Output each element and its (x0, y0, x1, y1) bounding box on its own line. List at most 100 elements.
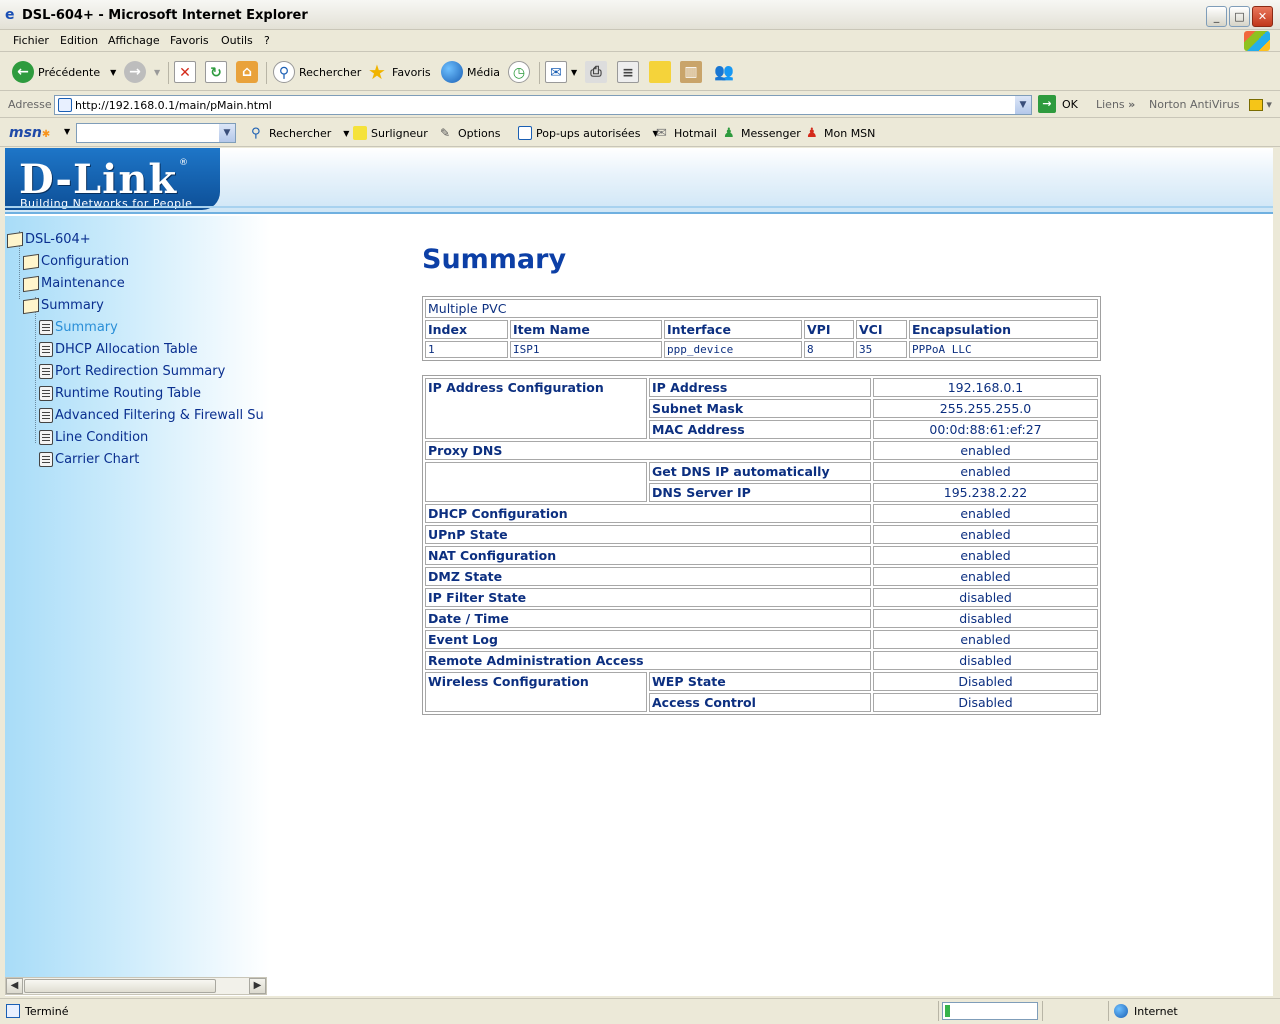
favorites-button[interactable]: ★ Favoris (366, 60, 431, 84)
options-icon: ✎ (440, 126, 451, 140)
media-label: Média (467, 65, 501, 79)
scroll-thumb[interactable] (24, 979, 216, 993)
menu-edit[interactable]: Edition (60, 34, 98, 47)
dns-server-label: DNS Server IP (649, 483, 871, 502)
maximize-button[interactable]: □ (1229, 6, 1250, 27)
stop-button[interactable]: ✕ (174, 60, 200, 84)
highlighter-button[interactable]: Surligneur (353, 126, 428, 140)
menu-tools[interactable]: Outils (221, 34, 253, 47)
search-button[interactable]: ⚲ Rechercher (273, 60, 361, 84)
page-status-icon (6, 1004, 20, 1018)
tree-summary-folder[interactable]: Summary (23, 297, 104, 314)
tree-item-summary[interactable]: Summary (39, 320, 118, 335)
close-button[interactable]: ✕ (1252, 6, 1273, 27)
subnet-label: Subnet Mask (649, 399, 871, 418)
pvc-cell: ISP1 (510, 341, 662, 358)
address-bar: Adresse http://192.168.0.1/main/pMain.ht… (0, 92, 1280, 118)
windows-logo-icon (1244, 31, 1270, 51)
summary-table: IP Address Configuration IP Address 192.… (422, 375, 1101, 715)
options-button[interactable]: ✎ Options (440, 126, 500, 140)
msn-search-icon: ⚲ (251, 126, 261, 141)
menu-view[interactable]: Affichage (108, 34, 160, 47)
msn-search-input[interactable]: ▼ (76, 123, 236, 143)
mail-icon: ✉ (545, 61, 567, 83)
hotmail-button[interactable]: ✉ Hotmail (656, 126, 717, 141)
minimize-button[interactable]: _ (1206, 6, 1227, 27)
tree-item-routing[interactable]: Runtime Routing Table (39, 386, 201, 401)
links-menu[interactable]: Liens » (1096, 98, 1135, 111)
history-button[interactable]: ◷ (508, 60, 534, 84)
scroll-left-button[interactable]: ◀ (6, 978, 23, 994)
row-label: Event Log (425, 630, 871, 649)
row-value: enabled (873, 630, 1098, 649)
tree-configuration[interactable]: Configuration (23, 253, 129, 270)
registered-mark: ® (179, 158, 188, 168)
hotmail-icon: ✉ (656, 126, 667, 141)
tree-maintenance[interactable]: Maintenance (23, 275, 125, 292)
messenger-label: Messenger (741, 126, 801, 140)
window-title: DSL-604+ - Microsoft Internet Explorer (22, 8, 308, 23)
scroll-right-button[interactable]: ▶ (249, 978, 266, 994)
get-dns-value: enabled (873, 462, 1098, 481)
table-row: Date / Time disabled (425, 609, 1098, 628)
discuss-button[interactable] (649, 60, 675, 84)
back-button[interactable]: ← Précédente ▼ (12, 60, 116, 84)
pvc-col-index: Index (425, 320, 508, 339)
msn-search-button[interactable]: ⚲ Rechercher ▼ (251, 126, 349, 141)
msn-dropdown-icon[interactable]: ▼ (64, 127, 70, 136)
media-globe-icon (441, 61, 463, 83)
back-dropdown-icon[interactable]: ▼ (110, 68, 116, 77)
document-icon (39, 342, 53, 357)
print-button[interactable]: ⎙ (585, 60, 611, 84)
refresh-button[interactable]: ↻ (205, 60, 231, 84)
home-button[interactable]: ⌂ (236, 60, 262, 84)
pvc-col-item-name: Item Name (510, 320, 662, 339)
forward-button[interactable]: → ▼ (124, 60, 160, 84)
tree-item-carrier-chart[interactable]: Carrier Chart (39, 452, 139, 467)
messenger-toolbar-button[interactable]: 👥 (713, 60, 739, 84)
ip-address-label: IP Address (649, 378, 871, 397)
address-dropdown-icon[interactable]: ▼ (1015, 96, 1031, 114)
tree-item-line-condition[interactable]: Line Condition (39, 430, 148, 445)
media-button[interactable]: Média (441, 60, 500, 84)
mail-dropdown-icon[interactable]: ▼ (571, 68, 577, 77)
msn-search-label: Rechercher (269, 126, 332, 140)
row-label: UPnP State (425, 525, 871, 544)
people-icon: 👥 (714, 62, 734, 81)
menu-help[interactable]: ? (264, 34, 270, 47)
menu-favorites[interactable]: Favoris (170, 34, 209, 47)
row-value: enabled (873, 567, 1098, 586)
pvc-header-row: Index Item Name Interface VPI VCI Encaps… (425, 320, 1098, 339)
mymsn-button[interactable]: ♟ Mon MSN (806, 126, 876, 141)
table-row: NAT Configuration enabled (425, 546, 1098, 565)
mail-button[interactable]: ✉ ▼ (545, 60, 577, 84)
horizontal-scrollbar[interactable]: ◀ ▶ (5, 977, 267, 995)
menu-file[interactable]: Fichier (13, 34, 49, 47)
proxy-dns-label: Proxy DNS (425, 441, 871, 460)
pvc-col-vpi: VPI (804, 320, 854, 339)
forward-dropdown-icon[interactable]: ▼ (154, 68, 160, 77)
progress-bar (942, 1002, 1038, 1020)
stop-icon: ✕ (174, 61, 196, 83)
norton-antivirus[interactable]: Norton AntiVirus ▾ (1149, 98, 1272, 111)
search-label: Rechercher (299, 65, 362, 79)
messenger-button[interactable]: ♟ Messenger (723, 126, 801, 141)
pvc-table: Multiple PVC Index Item Name Interface V… (422, 296, 1101, 361)
star-icon: ★ (368, 60, 386, 84)
research-button[interactable]: ▥ (680, 60, 706, 84)
toolbar: ← Précédente ▼ → ▼ ✕ ↻ ⌂ ⚲ Rechercher ★ … (0, 53, 1280, 91)
msn-logo[interactable]: msn✱ (9, 125, 50, 141)
mymsn-label: Mon MSN (824, 126, 876, 140)
msn-search-dropdown-icon[interactable]: ▼ (219, 124, 235, 142)
edit-button[interactable]: ≡ (617, 60, 643, 84)
row-label: DMZ State (425, 567, 871, 586)
row-label: DHCP Configuration (425, 504, 871, 523)
tree-item-port-redirection[interactable]: Port Redirection Summary (39, 364, 225, 379)
tree-item-firewall[interactable]: Advanced Filtering & Firewall Su (39, 408, 265, 423)
popups-button[interactable]: Pop-ups autorisées ▼ (518, 126, 659, 140)
tree-root[interactable]: DSL-604+ (7, 231, 91, 248)
address-input[interactable]: http://192.168.0.1/main/pMain.html ▼ (54, 95, 1032, 115)
go-button[interactable]: → OK (1038, 95, 1078, 113)
tree-item-dhcp[interactable]: DHCP Allocation Table (39, 342, 198, 357)
note-icon (649, 61, 671, 83)
